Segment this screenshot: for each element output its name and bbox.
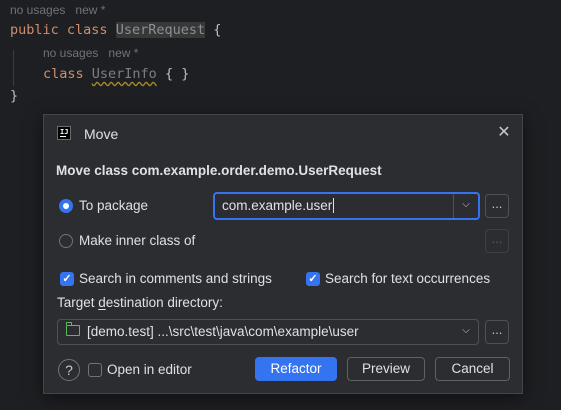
code-line-3[interactable]: } (10, 88, 18, 104)
browse-dir-button[interactable]: ... (485, 320, 509, 344)
cancel-button[interactable]: Cancel (435, 357, 510, 381)
folder-icon (66, 322, 80, 336)
help-icon[interactable]: ? (58, 359, 80, 381)
dialog-heading: Move class com.example.order.demo.UserRe… (56, 163, 382, 178)
brace: { (205, 22, 222, 38)
open-in-editor-checkbox[interactable] (88, 363, 102, 377)
search-comments-checkbox[interactable]: ✓ (60, 272, 74, 286)
chevron-down-icon[interactable]: ⌵ (460, 325, 472, 337)
search-comments-label[interactable]: Search in comments and strings (79, 271, 272, 286)
refactor-button[interactable]: Refactor (255, 357, 337, 381)
keyword: public (10, 22, 59, 38)
combo-separator (453, 194, 454, 218)
open-in-editor-label[interactable]: Open in editor (107, 362, 192, 377)
dialog-title: Move (84, 126, 119, 142)
search-text-checkbox[interactable]: ✓ (306, 272, 320, 286)
code-line-2[interactable]: class UserInfo { } (43, 66, 189, 82)
inlay-hint[interactable]: no usages new * (10, 3, 115, 17)
package-input[interactable]: com.example.user (222, 198, 335, 213)
usages-hint[interactable]: no usages (43, 46, 98, 60)
target-dir-label-pre: Target (57, 295, 99, 310)
keyword: class (43, 66, 84, 82)
chevron-down-icon[interactable]: ⌵ (460, 199, 472, 211)
package-value: com.example.user (222, 198, 333, 213)
intellij-icon: IJ (57, 126, 71, 140)
target-dir-label-post: estination directory: (105, 295, 223, 310)
text-caret (333, 198, 335, 213)
target-dir-combo[interactable]: [demo.test] ...\src\test\java\com\exampl… (57, 319, 479, 345)
search-text-label[interactable]: Search for text occurrences (325, 271, 490, 286)
target-dir-label: Target destination directory: (57, 295, 223, 310)
browse-class-button[interactable]: ... (485, 229, 509, 253)
inner-class-radio[interactable] (59, 234, 73, 248)
class-name[interactable]: UserInfo (92, 66, 157, 82)
browse-package-button[interactable]: ... (485, 194, 509, 218)
author-hint[interactable]: new * (108, 46, 138, 60)
author-hint[interactable]: new * (75, 3, 105, 17)
move-dialog: IJ Move ✕ Move class com.example.order.d… (43, 114, 523, 394)
target-dir-value: [demo.test] ...\src\test\java\com\exampl… (87, 324, 359, 339)
package-combo[interactable]: com.example.user ⌵ (213, 192, 480, 220)
to-package-label[interactable]: To package (79, 198, 148, 213)
class-name[interactable]: UserRequest (115, 22, 206, 38)
indent-guide (13, 50, 14, 86)
close-icon[interactable]: ✕ (495, 124, 513, 142)
brace: { } (156, 66, 190, 82)
preview-button[interactable]: Preview (347, 357, 425, 381)
inner-class-label[interactable]: Make inner class of (79, 233, 195, 248)
to-package-radio[interactable] (59, 199, 73, 213)
mnemonic-char: d (98, 295, 106, 310)
dialog-title-bar[interactable]: IJ Move ✕ (44, 115, 522, 153)
code-line-1[interactable]: public class UserRequest { (10, 22, 221, 38)
keyword: class (66, 22, 108, 38)
usages-hint[interactable]: no usages (10, 3, 65, 17)
inlay-hint[interactable]: no usages new * (43, 46, 148, 60)
